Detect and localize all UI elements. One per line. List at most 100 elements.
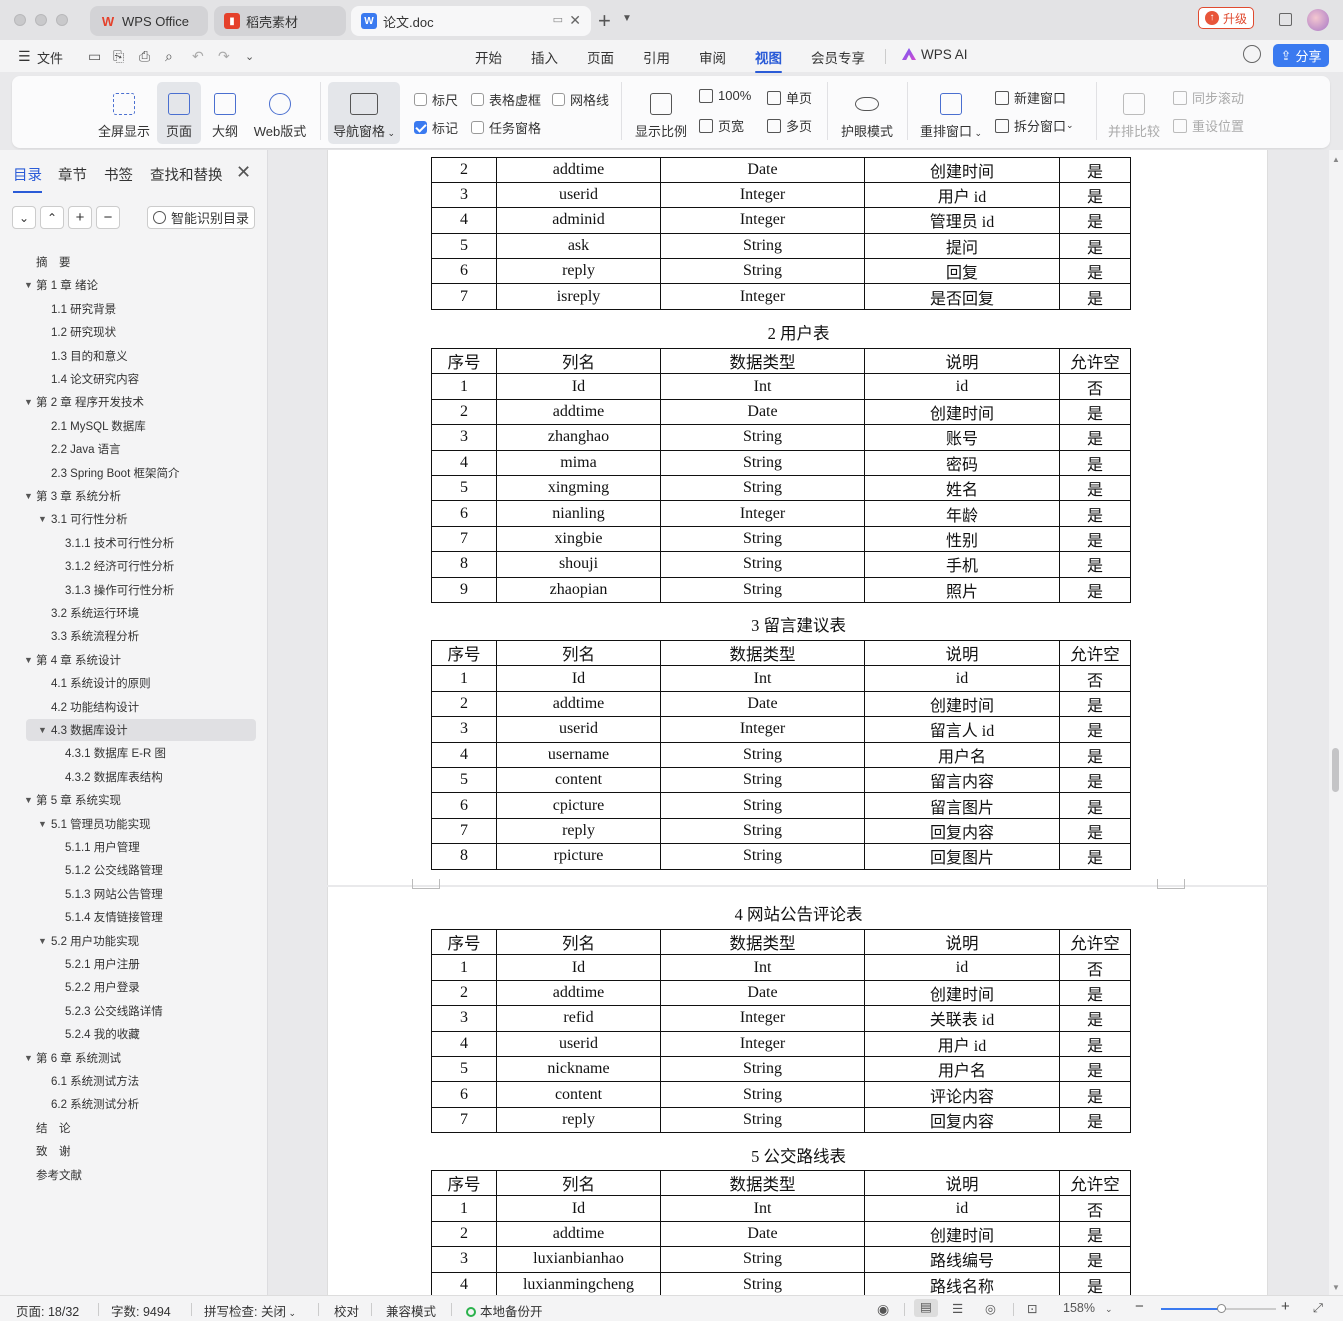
expand-arrow-icon[interactable]: ▼ (38, 514, 47, 524)
table-cell[interactable]: username (496, 741, 661, 768)
expand-arrow-icon[interactable]: ▼ (38, 819, 47, 829)
table-cell[interactable]: 提问 (864, 232, 1060, 260)
table-cell[interactable]: Id (496, 665, 661, 692)
table-cell[interactable]: 6 (431, 258, 497, 285)
table-cell[interactable]: 回复内容 (864, 817, 1060, 845)
toc-item[interactable]: 1.1 研究背景 (0, 298, 268, 320)
table-cell[interactable]: id (864, 1195, 1060, 1222)
task-pane-checkbox[interactable]: 任务窗格 (471, 118, 541, 137)
table-cell[interactable]: xingbie (496, 525, 661, 553)
wps-ai-button[interactable]: WPS AI (902, 47, 968, 62)
fit-page-icon[interactable]: ⊡ (1027, 1301, 1037, 1316)
spell-check-toggle[interactable]: 拼写检查: 关闭 ⌄ (204, 1301, 296, 1320)
table-cell[interactable]: cpicture (496, 792, 661, 819)
toc-item[interactable]: 5.1.1 用户管理 (0, 836, 268, 858)
table-cell[interactable]: luxianmingcheng (496, 1271, 661, 1295)
tab-find-replace[interactable]: 查找和替换 (150, 164, 223, 185)
table-cell[interactable]: 留言图片 (864, 792, 1060, 819)
multi-page-button[interactable]: 多页 (767, 116, 812, 135)
table-cell[interactable]: 2 (431, 398, 497, 426)
table-cell[interactable]: Integer (660, 283, 865, 310)
expand-arrow-icon[interactable]: ▼ (38, 725, 47, 735)
table-cell[interactable]: userid (496, 181, 661, 209)
table-cell[interactable]: addtime (496, 690, 661, 718)
table-cell[interactable]: 6 (431, 1081, 497, 1108)
table-cell[interactable]: String (660, 576, 865, 603)
toc-item[interactable]: 1.4 论文研究内容 (0, 368, 268, 390)
toc-item[interactable]: 4.1 系统设计的原则 (0, 672, 268, 694)
toc-item[interactable]: 5.2.3 公交线路详情 (0, 1000, 268, 1022)
table-cell[interactable]: 4 (431, 1271, 497, 1295)
expand-arrow-icon[interactable]: ▼ (24, 491, 33, 501)
table-cell[interactable]: zhaopian (496, 576, 661, 603)
table-cell[interactable]: 2 (431, 1220, 497, 1248)
table-cell[interactable]: 是 (1059, 817, 1131, 845)
toc-item[interactable]: 4.3.1 数据库 E-R 图 (0, 742, 268, 764)
toc-item[interactable]: ▼ 第 4 章 系统设计 (0, 649, 268, 671)
table-cell[interactable]: 7 (431, 525, 497, 553)
toc-item[interactable]: 摘 要 (0, 251, 268, 273)
table-cell[interactable]: isreply (496, 283, 661, 310)
table-cell[interactable]: 留言内容 (864, 766, 1060, 794)
table-cell[interactable]: 否 (1059, 954, 1131, 981)
undo-icon[interactable]: ↶ (192, 48, 204, 65)
table-cell[interactable]: id (864, 373, 1060, 400)
web-view-button[interactable]: Web版式 (250, 82, 310, 144)
vertical-scrollbar[interactable]: ▲ ▼ (1329, 150, 1343, 1295)
page-indicator[interactable]: 页面: 18/32 (16, 1301, 79, 1320)
split-window-button[interactable]: 拆分窗口 ⌄ (995, 116, 1074, 135)
table-cell[interactable]: 是 (1059, 1106, 1131, 1134)
expand-arrow-icon[interactable]: ▼ (24, 397, 33, 407)
table-cell[interactable]: String (660, 817, 865, 845)
table-cell[interactable]: addtime (496, 156, 661, 183)
outline-view-button[interactable]: 大纲 (203, 82, 247, 144)
web-view-icon[interactable]: ◎ (985, 1301, 996, 1316)
table-cell[interactable]: reply (496, 1106, 661, 1134)
table-cell[interactable]: content (496, 1081, 661, 1108)
new-window-button[interactable]: 新建窗口 (995, 88, 1066, 107)
table-cell[interactable]: 路线编号 (864, 1246, 1060, 1273)
toc-item[interactable]: 参考文献 (0, 1164, 268, 1186)
table-cell[interactable]: 是 (1059, 1055, 1131, 1083)
table-cell[interactable]: Date (660, 690, 865, 718)
table-cell[interactable]: 7 (431, 1106, 497, 1134)
toc-item[interactable]: 1.3 目的和意义 (0, 345, 268, 367)
table-cell[interactable]: 5 (431, 232, 497, 260)
table-cell[interactable]: 是 (1059, 716, 1131, 743)
toc-item[interactable]: ▼ 第 6 章 系统测试 (0, 1047, 268, 1069)
expand-arrow-icon[interactable]: ▼ (24, 795, 33, 805)
toc-item[interactable]: 2.2 Java 语言 (0, 438, 268, 460)
table-cell[interactable]: 9 (431, 576, 497, 603)
print-icon[interactable]: ⎙ (139, 48, 150, 65)
table-cell[interactable]: 4 (431, 1030, 497, 1057)
table-cell[interactable]: Int (660, 665, 865, 692)
table-cell[interactable]: Date (660, 979, 865, 1007)
expand-arrow-icon[interactable]: ▼ (24, 1053, 33, 1063)
table-cell[interactable]: 否 (1059, 1195, 1131, 1222)
table-cell[interactable]: userid (496, 1030, 661, 1057)
table-cell[interactable]: 是 (1059, 474, 1131, 502)
fullscreen-button[interactable]: 全屏显示 (96, 82, 152, 144)
tab-document[interactable]: W 论文.doc ▭ ✕ (351, 6, 591, 36)
table-cell[interactable]: xingming (496, 474, 661, 502)
scroll-down-icon[interactable]: ▼ (1332, 1283, 1340, 1292)
table-cell[interactable]: 4 (431, 741, 497, 768)
toc-item[interactable]: 5.1.4 友情链接管理 (0, 906, 268, 928)
table-cell[interactable]: 1 (431, 954, 497, 981)
tab-review[interactable]: 审阅 (699, 47, 726, 67)
table-cell[interactable]: 是 (1059, 1271, 1131, 1295)
toc-item[interactable]: ▼ 第 1 章 绪论 (0, 274, 268, 296)
table-cell[interactable]: 用户名 (864, 1055, 1060, 1083)
table-cell[interactable]: userid (496, 716, 661, 743)
toc-item[interactable]: 3.2 系统运行环境 (0, 602, 268, 624)
table-cell[interactable]: 用户 id (864, 181, 1060, 209)
scrollbar-thumb[interactable] (1332, 748, 1339, 792)
table-cell[interactable]: Int (660, 373, 865, 400)
eye-icon[interactable]: ◉ (877, 1301, 889, 1318)
table-cell[interactable]: 是 (1059, 576, 1131, 603)
toc-item[interactable]: 3.3 系统流程分析 (0, 625, 268, 647)
chevron-down-icon[interactable]: ▼ (622, 13, 632, 24)
table-cell[interactable]: 评论内容 (864, 1081, 1060, 1108)
tab-home[interactable]: 开始 (475, 47, 502, 67)
hamburger-icon[interactable]: ☰ (18, 48, 31, 65)
